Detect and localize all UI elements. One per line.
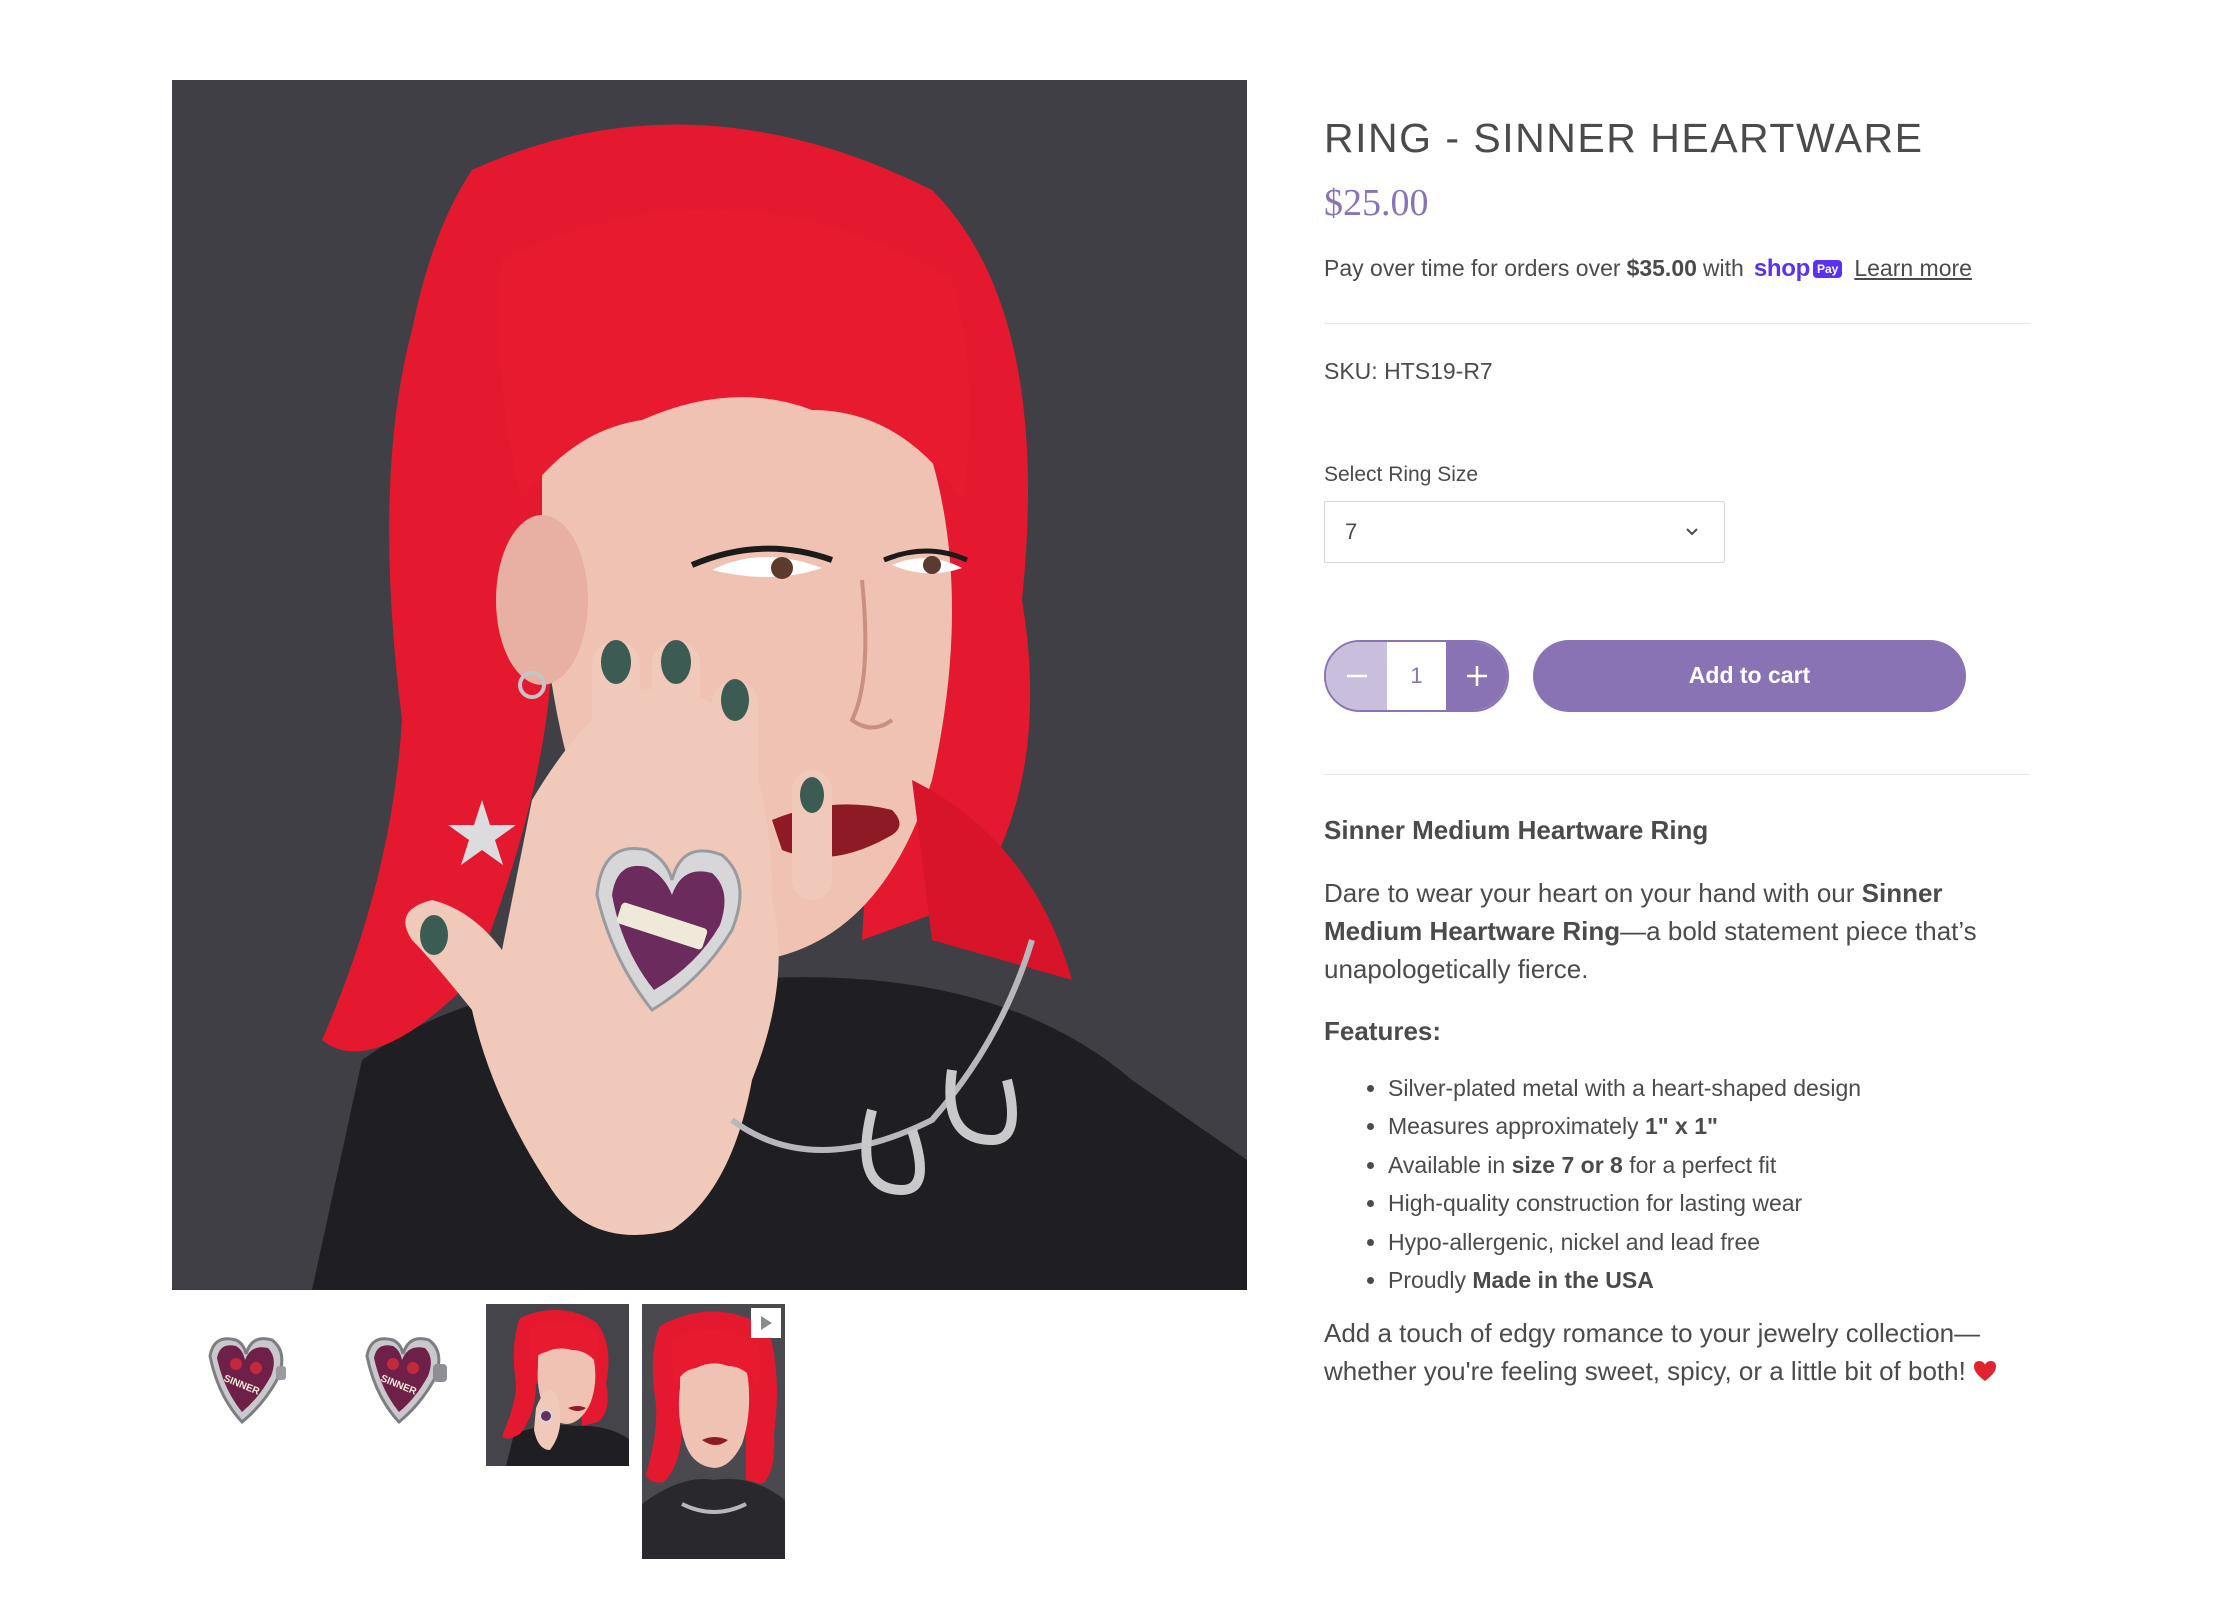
shop-pay-badge: Pay — [1812, 259, 1843, 278]
add-to-cart-button[interactable]: Add to cart — [1533, 639, 1966, 712]
feature-item: Available in size 7 or 8 for a perfect f… — [1388, 1146, 2030, 1185]
heart-emoji-icon — [1972, 1355, 1998, 1393]
feature-item: Measures approximately 1" x 1" — [1388, 1107, 2030, 1146]
minus-icon — [1346, 674, 1367, 677]
learn-more-link[interactable]: Learn more — [1854, 255, 1972, 282]
ring-size-label: Select Ring Size — [1324, 462, 1479, 486]
video-thumb-image — [642, 1304, 785, 1559]
buy-row: Add to cart — [1324, 639, 2030, 712]
ring-size-select[interactable]: 7 — [1324, 500, 1725, 563]
installments-with: with — [1702, 255, 1744, 282]
shop-pay-logo: shop Pay — [1754, 255, 1843, 283]
play-triangle-icon — [761, 1316, 772, 1330]
divider — [1324, 322, 2030, 324]
quantity-increase-button[interactable] — [1446, 641, 1507, 710]
model-photo-illustration — [172, 80, 1247, 1290]
closing-text: Add a touch of edgy romance to your jewe… — [1324, 1317, 1981, 1386]
quantity-decrease-button[interactable] — [1326, 641, 1387, 710]
feature-item: Silver-plated metal with a heart-shaped … — [1388, 1069, 2030, 1108]
model-thumb-image — [486, 1304, 629, 1466]
feature-item: High-quality construction for lasting we… — [1388, 1184, 2030, 1223]
product-info: RING - SINNER HEARTWARE $25.00 Pay over … — [1324, 80, 2030, 1393]
installments-threshold: $35.00 — [1626, 255, 1697, 282]
ring-thumb-image: SINNER — [208, 1337, 286, 1425]
main-product-photo[interactable] — [172, 80, 1247, 1290]
product-price: $25.00 — [1324, 182, 1429, 225]
thumbnail-ring-front[interactable]: SINNER — [172, 1304, 315, 1447]
plus-icon — [1466, 665, 1487, 686]
product-media-gallery: SINNER SINNER — [172, 80, 1247, 1559]
thumbnail-model-photo[interactable] — [486, 1304, 629, 1466]
ring-size-value: 7 — [1345, 518, 1358, 544]
installments-text: Pay over time for orders over — [1324, 255, 1621, 282]
description-heading: Sinner Medium Heartware Ring — [1324, 814, 1709, 845]
quantity-input[interactable] — [1387, 641, 1446, 710]
description-intro: Dare to wear your heart on your hand wit… — [1324, 874, 2030, 988]
quantity-stepper — [1324, 639, 1509, 712]
feature-item: Proudly Made in the USA — [1388, 1261, 2030, 1300]
product-sku: SKU: HTS19-R7 — [1324, 357, 1493, 384]
intro-text: Dare to wear your heart on your hand wit… — [1324, 877, 1862, 908]
thumbnail-model-video[interactable] — [642, 1304, 785, 1559]
features-heading: Features: — [1324, 1015, 1442, 1046]
shop-pay-installments: Pay over time for orders over $35.00 wit… — [1324, 255, 2030, 283]
divider — [1324, 773, 2030, 775]
product-title: RING - SINNER HEARTWARE — [1324, 115, 1924, 161]
features-list: Silver-plated metal with a heart-shaped … — [1324, 1069, 2030, 1300]
chevron-down-icon — [1686, 527, 1698, 536]
shop-pay-wordmark: shop — [1753, 254, 1810, 282]
play-icon[interactable] — [751, 1308, 781, 1338]
description-closing: Add a touch of edgy romance to your jewe… — [1324, 1314, 2030, 1393]
ring-thumb-angle-image: SINNER — [365, 1337, 447, 1425]
thumbnail-ring-angle[interactable]: SINNER — [329, 1304, 472, 1447]
product-description: Sinner Medium Heartware Ring Dare to wea… — [1324, 815, 2030, 1393]
feature-item: Hypo-allergenic, nickel and lead free — [1388, 1223, 2030, 1262]
thumbnail-strip: SINNER SINNER — [172, 1304, 1247, 1564]
